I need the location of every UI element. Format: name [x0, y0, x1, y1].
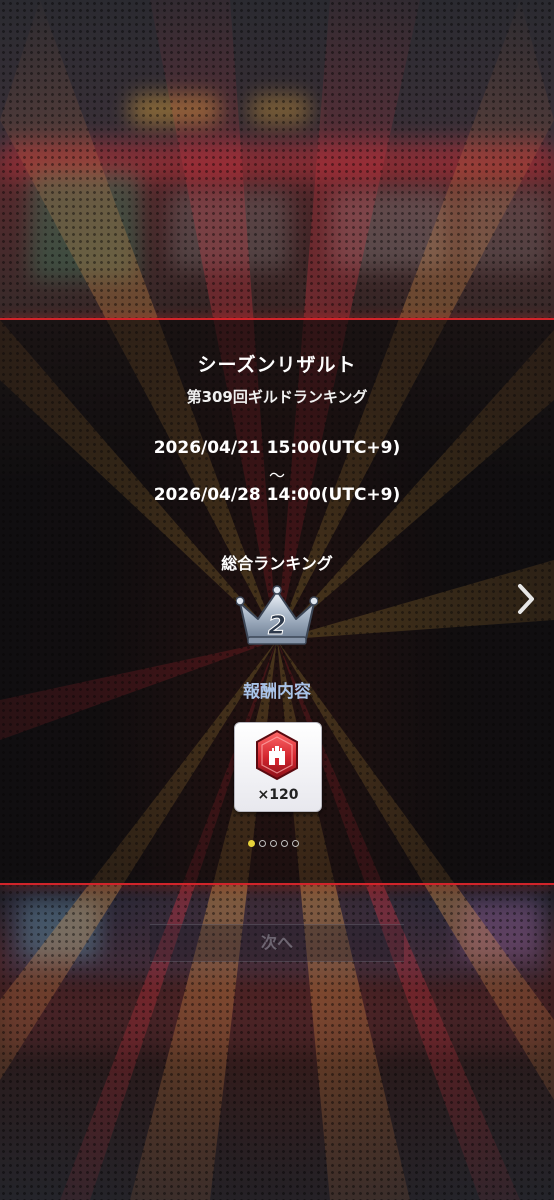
reward-item[interactable]: ×120	[234, 722, 322, 812]
next-button[interactable]: 次へ	[150, 924, 404, 962]
next-page-arrow-icon[interactable]	[514, 582, 538, 616]
reward-quantity: ×120	[257, 787, 299, 803]
period-end: 2026/04/28 14:00(UTC+9)	[153, 485, 401, 505]
page-dot	[292, 840, 299, 847]
overall-ranking-label: 総合ランキング	[221, 554, 333, 573]
result-title: シーズンリザルト	[197, 354, 357, 376]
ranking-event-name: 第309回ギルドランキング	[186, 388, 368, 406]
silver-crown-icon: 2	[236, 585, 318, 645]
rank-number: 2	[268, 611, 286, 641]
period-start: 2026/04/21 15:00(UTC+9)	[153, 438, 401, 458]
page-dot	[281, 840, 288, 847]
period-separator: 〜	[268, 466, 285, 485]
page-dot	[270, 840, 277, 847]
page-dot-active	[248, 840, 255, 847]
page-dot	[259, 840, 266, 847]
reward-label: 報酬内容	[243, 682, 311, 702]
page-indicator	[248, 840, 299, 847]
red-castle-gem-icon	[256, 729, 298, 781]
